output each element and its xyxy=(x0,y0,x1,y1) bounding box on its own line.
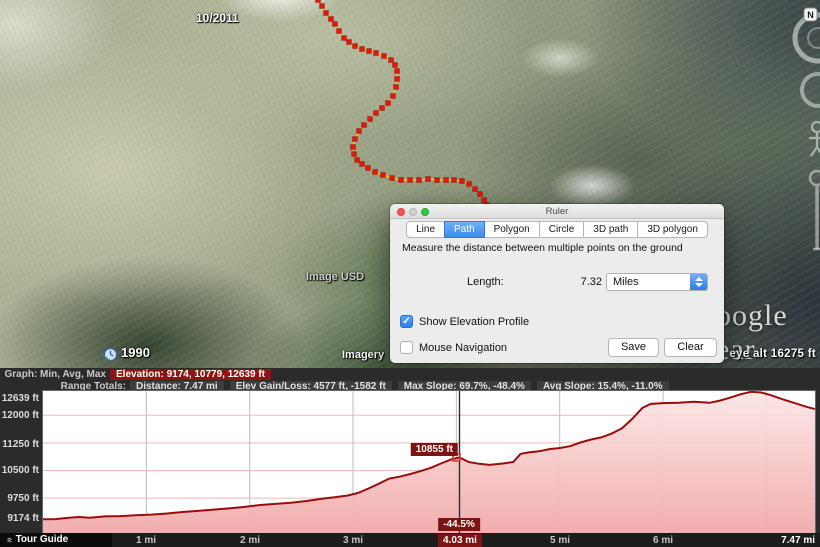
cursor-slope-chip: -44.5% xyxy=(438,518,480,531)
cursor-elevation-chip: 10855 ft xyxy=(411,443,458,456)
dialog-titlebar[interactable]: Ruler xyxy=(390,204,724,219)
historical-imagery-year-label[interactable]: 1990 xyxy=(121,345,150,360)
elevation-chart-svg xyxy=(43,391,815,533)
ytick-10500: 10500 ft xyxy=(0,465,39,476)
elevation-profile-panel: Graph: Min, Avg, Max Elevation: 9174, 10… xyxy=(0,368,820,547)
units-dropdown[interactable]: Miles xyxy=(606,273,708,291)
xtick-5mi: 5 mi xyxy=(550,534,570,547)
north-badge-letter: N xyxy=(807,10,814,20)
show-elevation-profile-checkbox[interactable]: ✓ xyxy=(400,315,413,328)
imagery-credit-label: Imagery xyxy=(342,349,384,361)
elevation-chart-plot[interactable] xyxy=(43,391,815,533)
google-earth-window: 10/2011 1990 Image USD Imagery oogle ear… xyxy=(0,0,820,547)
xtick-1mi: 1 mi xyxy=(136,534,156,547)
elevation-area xyxy=(43,392,815,533)
tour-guide-label: Tour Guide xyxy=(16,534,69,545)
avg-slope-stat-chip: Avg Slope: 15.4%, -11.0% xyxy=(537,381,669,392)
distance-stat-chip: Distance: 7.47 mi xyxy=(130,381,224,392)
xtick-2mi: 2 mi xyxy=(240,534,260,547)
tab-3d-polygon[interactable]: 3D polygon xyxy=(637,221,708,238)
move-joystick-icon xyxy=(802,74,820,106)
ruler-dialog: Ruler Line Path Polygon Circle 3D path 3… xyxy=(390,204,724,363)
max-slope-stat-chip: Max Slope: 69.7%, -48.4% xyxy=(398,381,531,392)
dropdown-stepper-icon xyxy=(690,274,707,290)
mouse-navigation-checkbox[interactable] xyxy=(400,341,413,354)
show-elevation-profile-label: Show Elevation Profile xyxy=(419,316,529,328)
save-button[interactable]: Save xyxy=(608,338,659,357)
xtick-3mi: 3 mi xyxy=(343,534,363,547)
gain-loss-stat-chip: Elev Gain/Loss: 4577 ft, -1582 ft xyxy=(230,381,392,392)
ruler-tabs: Line Path Polygon Circle 3D path 3D poly… xyxy=(390,221,724,238)
length-value: 7.32 xyxy=(550,276,602,288)
tab-polygon[interactable]: Polygon xyxy=(484,221,540,238)
chart-x-axis xyxy=(0,533,820,547)
dialog-title: Ruler xyxy=(390,206,724,217)
elevation-summary-chip: Elevation: 9174, 10779, 12639 ft xyxy=(110,369,271,380)
units-selected-value: Miles xyxy=(613,276,639,288)
zoom-slider xyxy=(810,171,820,249)
ytick-12000: 12000 ft xyxy=(0,410,39,421)
clear-button[interactable]: Clear xyxy=(664,338,717,357)
imagery-date-label: 10/2011 xyxy=(196,11,239,25)
xtick-747mi: 7.47 mi xyxy=(781,534,815,547)
xtick-6mi: 6 mi xyxy=(653,534,673,547)
graph-header-row: Graph: Min, Avg, Max Elevation: 9174, 10… xyxy=(0,369,277,380)
tab-circle[interactable]: Circle xyxy=(539,221,585,238)
ytick-9174: 9174 ft xyxy=(0,513,39,524)
expand-chevrons-icon: « xyxy=(2,537,16,543)
xtick-cursor-distance: 4.03 mi xyxy=(438,534,482,547)
range-totals-row: Range Totals: Distance: 7.47 mi Elev Gai… xyxy=(0,381,675,392)
eye-altitude-label: eye alt 16275 ft xyxy=(729,348,816,360)
compass-ring-icon xyxy=(795,15,820,61)
imagery-attribution-label: Image USD xyxy=(306,271,364,283)
ytick-9750: 9750 ft xyxy=(0,493,39,504)
ytick-11250: 11250 ft xyxy=(0,439,39,450)
navigation-controls[interactable]: N xyxy=(760,6,820,256)
mouse-navigation-label: Mouse Navigation xyxy=(419,342,507,354)
tab-path[interactable]: Path xyxy=(444,221,485,238)
graph-label: Graph: Min, Avg, Max xyxy=(0,369,110,380)
length-label: Length: xyxy=(467,276,504,288)
tab-line[interactable]: Line xyxy=(406,221,445,238)
measure-path-points xyxy=(316,0,490,208)
pegman-icon xyxy=(809,122,820,156)
tour-guide-bar[interactable]: «Tour Guide xyxy=(0,533,112,547)
ytick-12639: 12639 ft xyxy=(0,393,39,404)
tab-3d-path[interactable]: 3D path xyxy=(583,221,638,238)
historical-imagery-icon[interactable] xyxy=(104,348,117,361)
measure-description: Measure the distance between multiple po… xyxy=(402,242,683,254)
measure-path-line xyxy=(318,0,487,205)
range-totals-label: Range Totals: xyxy=(0,381,130,392)
